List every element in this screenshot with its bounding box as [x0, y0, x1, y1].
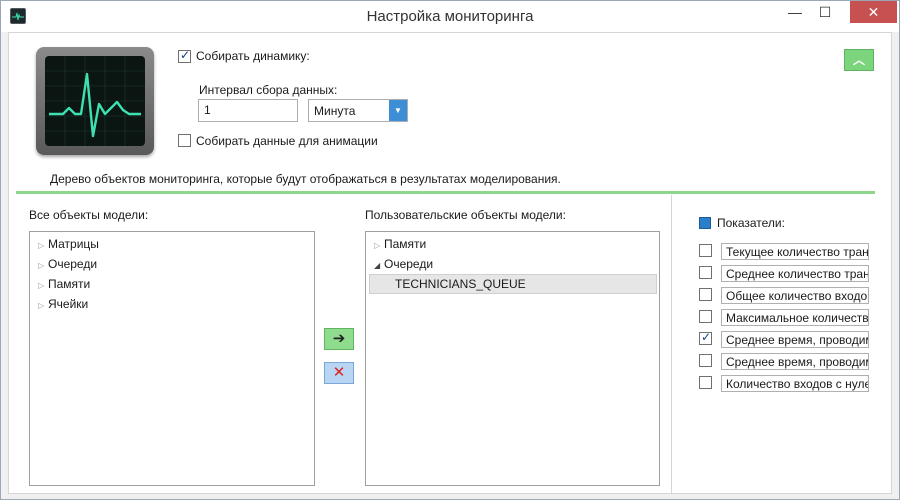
tree-item[interactable]: ▷ Памяти: [374, 237, 426, 251]
indicators-toggle-icon[interactable]: [699, 217, 711, 229]
collapse-button[interactable]: ︿: [844, 49, 874, 71]
monitor-screen: [45, 56, 145, 146]
section-divider: [16, 191, 875, 194]
tree-item-label: Ячейки: [48, 297, 89, 311]
heart-monitor-icon: [36, 47, 154, 155]
interval-unit-select[interactable]: Минута ▼: [308, 99, 408, 122]
tree-item[interactable]: ◢ Очереди: [374, 257, 433, 271]
indicator-checkbox-2[interactable]: [699, 288, 712, 301]
tree-item-label: Памяти: [384, 237, 427, 251]
expand-triangle-icon[interactable]: ▷: [38, 301, 48, 310]
indicator-checkbox-0[interactable]: [699, 244, 712, 257]
indicator-field-4[interactable]: Среднее время, проводим: [721, 331, 869, 348]
vertical-divider: [671, 195, 672, 493]
collect-dynamics-checkbox[interactable]: [178, 48, 191, 63]
all-objects-label: Все объекты модели:: [29, 208, 149, 222]
interval-input[interactable]: 1: [198, 99, 298, 122]
indicator-checkbox-5[interactable]: [699, 354, 712, 367]
indicator-checkbox-3[interactable]: [699, 310, 712, 323]
delete-x-icon: ✕: [332, 364, 346, 381]
collapse-triangle-icon[interactable]: ◢: [374, 261, 384, 270]
indicator-field-0[interactable]: Текущее количество тран: [721, 243, 869, 260]
indicator-field-3[interactable]: Максимальное количеств: [721, 309, 869, 326]
tree-item-child[interactable]: TECHNICIANS_QUEUE: [395, 277, 526, 291]
indicator-checkbox-6[interactable]: [699, 376, 712, 389]
close-button[interactable]: ✕: [850, 1, 897, 23]
tree-item-label: Очереди: [48, 257, 98, 271]
interval-unit-value: Минута: [314, 104, 356, 118]
monitoring-hint: Дерево объектов мониторинга, которые буд…: [50, 172, 561, 186]
add-object-button[interactable]: ➔: [324, 328, 354, 350]
indicators-label: Показатели:: [717, 216, 785, 230]
indicator-checkbox-1[interactable]: [699, 266, 712, 279]
tree-item[interactable]: ▷ Памяти: [38, 277, 90, 291]
maximize-button[interactable]: ☐: [811, 1, 839, 23]
expand-triangle-icon[interactable]: ▷: [38, 281, 48, 290]
window: Настройка мониторинга — ☐ ✕ Соб: [0, 0, 900, 500]
user-objects-tree[interactable]: ▷ Памяти ◢ Очереди TECHNICIANS_QUEUE: [365, 231, 660, 486]
user-objects-label: Пользовательские объекты модели:: [365, 208, 566, 222]
minimize-button[interactable]: —: [781, 1, 809, 23]
indicator-field-1[interactable]: Среднее количество тран: [721, 265, 869, 282]
tree-item[interactable]: ▷ Очереди: [38, 257, 97, 271]
interval-label: Интервал сбора данных:: [199, 83, 338, 97]
collect-animation-label: Собирать данные для анимации: [196, 134, 378, 148]
tree-item[interactable]: ▷ Матрицы: [38, 237, 99, 251]
indicator-field-5[interactable]: Среднее время, проводим: [721, 353, 869, 370]
expand-triangle-icon[interactable]: ▷: [38, 261, 48, 270]
chevron-up-icon: ︿: [852, 53, 865, 67]
remove-object-button[interactable]: ✕: [324, 362, 354, 384]
collect-animation-checkbox[interactable]: [178, 134, 191, 147]
arrow-right-icon: ➔: [332, 330, 346, 347]
title-bar: Настройка мониторинга — ☐ ✕: [1, 1, 899, 32]
chevron-down-icon[interactable]: ▼: [389, 100, 407, 121]
indicator-field-6[interactable]: Количество входов с нуле: [721, 375, 869, 392]
all-objects-tree[interactable]: ▷ Матрицы ▷ Очереди ▷ Памяти ▷ Ячейки: [29, 231, 315, 486]
indicator-field-2[interactable]: Общее количество входов: [721, 287, 869, 304]
window-title: Настройка мониторинга: [366, 8, 534, 25]
collect-dynamics-label: Собирать динамику:: [196, 49, 310, 63]
tree-item[interactable]: ▷ Ячейки: [38, 297, 88, 311]
expand-triangle-icon[interactable]: ▷: [38, 241, 48, 250]
tree-item-label: Очереди: [384, 257, 434, 271]
client-area: Собирать динамику: Интервал сбора данных…: [8, 32, 892, 494]
tree-item-label: Памяти: [48, 277, 91, 291]
expand-triangle-icon[interactable]: ▷: [374, 241, 384, 250]
tree-item-label: Матрицы: [48, 237, 99, 251]
indicator-checkbox-4[interactable]: [699, 330, 712, 345]
